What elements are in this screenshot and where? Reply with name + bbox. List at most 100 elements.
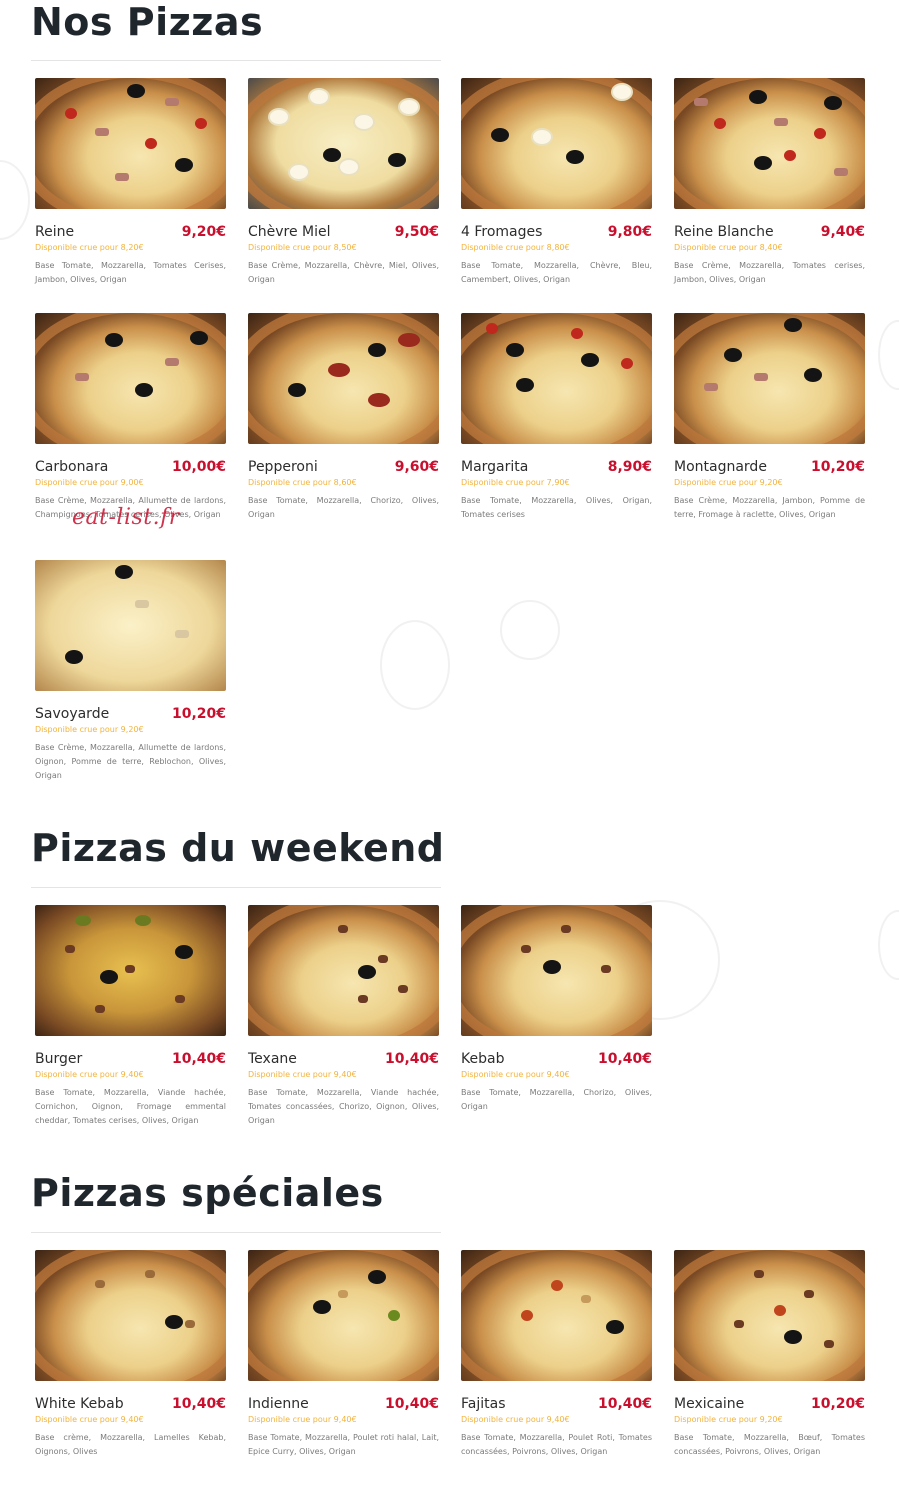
pizza-name: Mexicaine [674, 1396, 745, 1412]
pizza-name: Indienne [248, 1396, 309, 1412]
pizza-card-4-fromages[interactable]: 4 Fromages 9,80€ Disponible crue pour 8,… [461, 78, 652, 287]
pizza-card-kebab[interactable]: Kebab 10,40€ Disponible crue pour 9,40€ … [461, 905, 652, 1114]
pizza-photo [674, 313, 865, 444]
raw-price-note: Disponible crue pour 8,80€ [461, 243, 570, 252]
pizza-name: Kebab [461, 1051, 505, 1067]
pizza-photo [35, 905, 226, 1036]
raw-price-note: Disponible crue pour 9,40€ [248, 1415, 357, 1424]
section-divider [31, 1232, 441, 1233]
pizza-name: Savoyarde [35, 706, 110, 722]
pizza-card-montagnarde[interactable]: Montagnarde 10,20€ Disponible crue pour … [674, 313, 865, 522]
pizza-photo [461, 78, 652, 209]
pizza-ingredients: Base Tomate, Mozzarella, Tomates Cerises… [35, 261, 226, 284]
pizza-card-carbonara[interactable]: Carbonara 10,00€ Disponible crue pour 9,… [35, 313, 226, 522]
pizza-card-indienne[interactable]: Indienne 10,40€ Disponible crue pour 9,4… [248, 1250, 439, 1459]
pizza-name: Margarita [461, 459, 529, 475]
pizza-card-reine-blanche[interactable]: Reine Blanche 9,40€ Disponible crue pour… [674, 78, 865, 287]
pizza-name: Burger [35, 1051, 83, 1067]
raw-price-note: Disponible crue pour 9,40€ [461, 1415, 570, 1424]
pizza-card-burger[interactable]: Burger 10,40€ Disponible crue pour 9,40€… [35, 905, 226, 1128]
pizza-price: 8,90€ [607, 459, 652, 475]
pizza-name: 4 Fromages [461, 224, 543, 240]
background-doodle [0, 160, 30, 240]
pizza-ingredients: Base Tomate, Mozzarella, Viande hachée, … [248, 1088, 439, 1125]
pizza-ingredients: Base crème, Mozzarella, Lamelles Kebab, … [35, 1433, 226, 1456]
pizza-price: 10,00€ [171, 459, 226, 475]
background-doodle [878, 910, 899, 980]
pizza-ingredients: Base Crème, Mozzarella, Chèvre, Miel, Ol… [248, 261, 439, 284]
pizza-name: Carbonara [35, 459, 109, 475]
pizza-name: Texane [248, 1051, 297, 1067]
raw-price-note: Disponible crue pour 8,40€ [674, 243, 783, 252]
pizza-photo [35, 313, 226, 444]
raw-price-note: Disponible crue pour 8,60€ [248, 478, 357, 487]
pizza-card-savoyarde[interactable]: Savoyarde 10,20€ Disponible crue pour 9,… [35, 560, 226, 783]
section-title: Nos Pizzas [31, 0, 264, 44]
pizza-price: 10,40€ [171, 1051, 226, 1067]
pizza-ingredients: Base Tomate, Mozzarella, Chorizo, Olives… [248, 496, 439, 519]
pizza-photo [461, 905, 652, 1036]
pizza-photo [674, 1250, 865, 1381]
raw-price-note: Disponible crue pour 9,00€ [35, 478, 144, 487]
pizza-name: Chèvre Miel [248, 224, 331, 240]
pizza-card-texane[interactable]: Texane 10,40€ Disponible crue pour 9,40€… [248, 905, 439, 1128]
pizza-price: 10,20€ [171, 706, 226, 722]
pizza-ingredients: Base Tomate, Mozzarella, Viande hachée, … [35, 1088, 226, 1125]
raw-price-note: Disponible crue pour 9,20€ [35, 725, 144, 734]
raw-price-note: Disponible crue pour 9,40€ [461, 1070, 570, 1079]
raw-price-note: Disponible crue pour 9,20€ [674, 478, 783, 487]
pizza-ingredients: Base Tomate, Mozzarella, Bœuf, Tomates c… [674, 1433, 865, 1456]
pizza-card-white-kebab[interactable]: White Kebab 10,40€ Disponible crue pour … [35, 1250, 226, 1459]
pizza-price: 10,40€ [597, 1396, 652, 1412]
pizza-price: 10,20€ [810, 459, 865, 475]
pizza-photo [248, 905, 439, 1036]
watermark-logo: eat-list.fr [72, 505, 180, 530]
raw-price-note: Disponible crue pour 7,90€ [461, 478, 570, 487]
background-doodle [380, 620, 450, 710]
section-divider [31, 60, 441, 61]
raw-price-note: Disponible crue pour 9,20€ [674, 1415, 783, 1424]
raw-price-note: Disponible crue pour 9,40€ [35, 1070, 144, 1079]
pizza-photo [248, 1250, 439, 1381]
pizza-price: 10,40€ [597, 1051, 652, 1067]
pizza-ingredients: Base Tomate, Mozzarella, Olives, Origan,… [461, 496, 652, 519]
pizza-card-pepperoni[interactable]: Pepperoni 9,60€ Disponible crue pour 8,6… [248, 313, 439, 522]
section-title: Pizzas spéciales [31, 1171, 384, 1215]
raw-price-note: Disponible crue pour 8,20€ [35, 243, 144, 252]
pizza-card-fajitas[interactable]: Fajitas 10,40€ Disponible crue pour 9,40… [461, 1250, 652, 1459]
pizza-price: 9,20€ [181, 224, 226, 240]
section-divider [31, 887, 441, 888]
raw-price-note: Disponible crue pour 9,40€ [35, 1415, 144, 1424]
pizza-name: White Kebab [35, 1396, 124, 1412]
pizza-name: Montagnarde [674, 459, 767, 475]
pizza-photo [674, 78, 865, 209]
pizza-name: Reine [35, 224, 75, 240]
pizza-ingredients: Base Crème, Mozzarella, Allumette de lar… [35, 743, 226, 780]
pizza-price: 10,40€ [384, 1396, 439, 1412]
pizza-ingredients: Base Crème, Mozzarella, Tomates cerises,… [674, 261, 865, 284]
pizza-price: 10,20€ [810, 1396, 865, 1412]
pizza-photo [248, 313, 439, 444]
pizza-name: Pepperoni [248, 459, 318, 475]
pizza-ingredients: Base Tomate, Mozzarella, Chorizo, Olives… [461, 1088, 652, 1111]
pizza-price: 9,40€ [820, 224, 865, 240]
pizza-card-margarita[interactable]: Margarita 8,90€ Disponible crue pour 7,9… [461, 313, 652, 522]
pizza-photo [461, 313, 652, 444]
pizza-photo [35, 78, 226, 209]
pizza-price: 10,40€ [171, 1396, 226, 1412]
pizza-ingredients: Base Tomate, Mozzarella, Poulet Roti, To… [461, 1433, 652, 1456]
pizza-price: 10,40€ [384, 1051, 439, 1067]
pizza-card-mexicaine[interactable]: Mexicaine 10,20€ Disponible crue pour 9,… [674, 1250, 865, 1459]
section-title: Pizzas du weekend [31, 826, 445, 870]
raw-price-note: Disponible crue pour 9,40€ [248, 1070, 357, 1079]
pizza-card-chevre-miel[interactable]: Chèvre Miel 9,50€ Disponible crue pour 8… [248, 78, 439, 287]
background-doodle [500, 600, 560, 660]
pizza-price: 9,80€ [607, 224, 652, 240]
raw-price-note: Disponible crue pour 8,50€ [248, 243, 357, 252]
pizza-photo [35, 560, 226, 691]
pizza-ingredients: Base Tomate, Mozzarella, Chèvre, Bleu, C… [461, 261, 652, 284]
pizza-name: Fajitas [461, 1396, 506, 1412]
pizza-name: Reine Blanche [674, 224, 774, 240]
pizza-photo [35, 1250, 226, 1381]
pizza-card-reine[interactable]: Reine 9,20€ Disponible crue pour 8,20€ B… [35, 78, 226, 287]
